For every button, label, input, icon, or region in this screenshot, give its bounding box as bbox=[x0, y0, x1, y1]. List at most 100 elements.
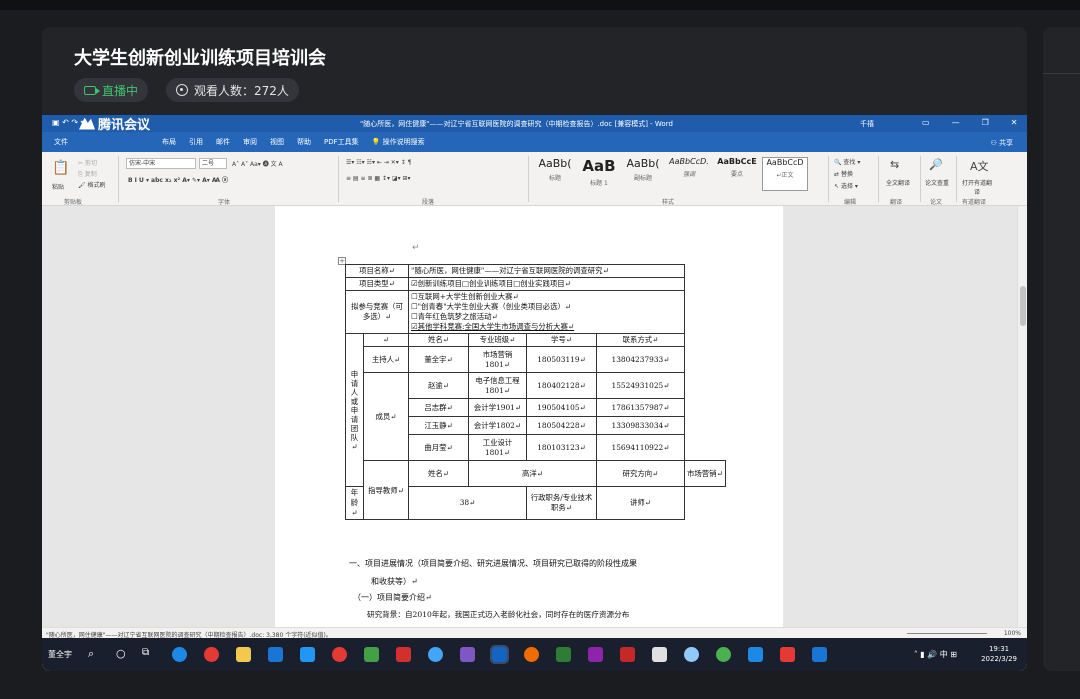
select-button[interactable]: ↖ 选择 ▾ bbox=[834, 181, 858, 190]
share-button[interactable]: ⚇ 共享 bbox=[990, 138, 1013, 148]
competition-option[interactable]: ☐"创青春"大学生创业大赛（创业类项目必选）↵ bbox=[411, 302, 682, 312]
mail-icon[interactable] bbox=[300, 647, 315, 662]
minimize-icon[interactable]: — bbox=[952, 118, 960, 127]
star-app-icon[interactable] bbox=[748, 647, 763, 662]
cell-major[interactable]: 电子信息工程1801↵ bbox=[468, 372, 527, 399]
competition-option[interactable]: ☐青年红色筑梦之旅活动↵ bbox=[411, 312, 682, 322]
wps-icon[interactable] bbox=[396, 647, 411, 662]
tab-mailings[interactable]: 邮件 bbox=[216, 137, 230, 147]
cell-name[interactable]: 曲月莹↵ bbox=[408, 434, 469, 461]
cell-phone[interactable]: 17861357987↵ bbox=[596, 398, 685, 417]
section-heading-cont[interactable]: 和收获等）↵ bbox=[371, 576, 418, 587]
cell-name[interactable]: 吕志群↵ bbox=[408, 398, 469, 417]
ribbon-display-icon[interactable]: ▭ bbox=[922, 118, 930, 127]
cell-id[interactable]: 180504228↵ bbox=[526, 416, 597, 435]
system-tray[interactable]: ˄ ▮ 🔊 中 ⊞ bbox=[914, 649, 957, 660]
opera-icon[interactable] bbox=[204, 647, 219, 662]
wps-writer-icon[interactable] bbox=[780, 647, 795, 662]
task-view-icon[interactable]: ⧉ bbox=[142, 647, 149, 658]
section-heading[interactable]: 一、项目进展情况（项目简要介绍、研究进展情况、项目研究已取得的阶段性成果 bbox=[349, 558, 637, 569]
restore-icon[interactable]: ❐ bbox=[982, 118, 989, 127]
plagiarism-check-icon[interactable]: 🔎 bbox=[929, 158, 943, 171]
cell-major[interactable]: 市场营销1801↵ bbox=[468, 346, 527, 373]
wechat-icon[interactable] bbox=[716, 647, 731, 662]
close-icon[interactable]: ✕ bbox=[1011, 118, 1018, 127]
competition-options[interactable]: ☐互联网+大学生创新创业大赛↵ ☐"创青春"大学生创业大赛（创业类项目必选）↵ … bbox=[408, 290, 685, 334]
explorer-icon[interactable] bbox=[236, 647, 251, 662]
tab-help[interactable]: 帮助 bbox=[297, 137, 311, 147]
zoom-slider[interactable] bbox=[907, 633, 987, 634]
cell-phone[interactable]: 13804237933↵ bbox=[596, 346, 685, 373]
subsection-heading[interactable]: （一）项目简要介绍↵ bbox=[353, 592, 432, 603]
cell-name[interactable]: 赵逾↵ bbox=[408, 372, 469, 399]
zoom-level[interactable]: 100% bbox=[1004, 630, 1021, 637]
style-strong[interactable]: AaBbCcE 要点 bbox=[714, 157, 760, 191]
document-page[interactable]: ↵ + 项目名称↵ "随心所医，网住健康"——对辽宁省互联网医院的调查研究↵ 项… bbox=[275, 206, 783, 627]
body-paragraph[interactable]: 研究背景：自2010年起，我国正式迈入老龄化社会，同时存在的医疗资源分布 bbox=[367, 609, 629, 620]
clock[interactable]: 19:31 2022/3/29 bbox=[981, 644, 1017, 664]
find-button[interactable]: 🔍 查找 ▾ bbox=[834, 157, 860, 166]
cell-phone[interactable]: 13309833034↵ bbox=[596, 416, 685, 435]
project-type[interactable]: ☑创新训练项目□创业训练项目□创业实践项目↵ bbox=[408, 277, 685, 291]
tab-pdf[interactable]: PDF工具集 bbox=[324, 137, 359, 147]
tab-view[interactable]: 视图 bbox=[270, 137, 284, 147]
user-name[interactable]: 千禧 bbox=[860, 119, 874, 129]
style-emphasis[interactable]: AaBbCcD. 强调 bbox=[666, 157, 712, 191]
paste-label[interactable]: 粘贴 bbox=[52, 182, 64, 191]
pdf-icon[interactable] bbox=[620, 647, 635, 662]
competition-option[interactable]: ☐互联网+大学生创新创业大赛↵ bbox=[411, 292, 682, 302]
edge-icon[interactable] bbox=[172, 647, 187, 662]
tab-layout[interactable]: 布局 bbox=[162, 137, 176, 147]
font-format-tools[interactable]: B I U ▾ abc x₂ x² A▾ ✎▾ A▾ Ꜳ ⓐ bbox=[128, 175, 228, 184]
translate-icon[interactable]: ⇆ bbox=[890, 158, 899, 171]
cell-name[interactable]: 董全宇↵ bbox=[408, 346, 469, 373]
project-name[interactable]: "随心所医，网住健康"——对辽宁省互联网医院的调查研究↵ bbox=[408, 264, 685, 278]
style-normal[interactable]: AaBbCcD ↵正文 bbox=[762, 157, 808, 191]
cell-major[interactable]: 会计学1901↵ bbox=[468, 398, 527, 417]
cut-button[interactable]: ✂ 剪切 bbox=[78, 158, 97, 167]
cell-id[interactable]: 180402128↵ bbox=[526, 372, 597, 399]
word-icon[interactable] bbox=[490, 645, 509, 664]
cell-id[interactable]: 180503119↵ bbox=[526, 346, 597, 373]
advisor-name[interactable]: 高洋↵ bbox=[468, 460, 597, 487]
chrome-icon[interactable] bbox=[524, 647, 539, 662]
align-tools[interactable]: ≡ ▤ ≡ ≣ ▦ ↕▾ ◪▾ ⊞▾ bbox=[346, 175, 411, 182]
taskbar-user[interactable]: 董全宇 bbox=[48, 649, 72, 660]
scroll-thumb[interactable] bbox=[1020, 286, 1026, 326]
vertical-scrollbar[interactable] bbox=[1017, 206, 1027, 627]
full-translate-button[interactable]: 全文翻译 bbox=[884, 178, 912, 187]
format-painter-button[interactable]: 🖌 格式刷 bbox=[78, 180, 106, 189]
open-youdao-button[interactable]: 打开有道翻译 bbox=[960, 178, 994, 196]
tencent-meeting-icon[interactable] bbox=[812, 647, 827, 662]
cell-phone[interactable]: 15524931025↵ bbox=[596, 372, 685, 399]
netease-music-icon[interactable] bbox=[332, 647, 347, 662]
onenote-icon[interactable] bbox=[588, 647, 603, 662]
advisor-age[interactable]: 38↵ bbox=[408, 486, 527, 520]
cell-major[interactable]: 工业设计1801↵ bbox=[468, 434, 527, 461]
paste-icon[interactable]: 📋 bbox=[52, 160, 69, 176]
tab-review[interactable]: 审阅 bbox=[243, 137, 257, 147]
font-name-box[interactable]: 仿宋-中宋 bbox=[126, 158, 196, 169]
font-size-tools[interactable]: A˄ A˅ Aa▾ 🅐 文 A bbox=[232, 159, 283, 168]
photos-icon[interactable] bbox=[460, 647, 475, 662]
browser-icon[interactable] bbox=[428, 647, 443, 662]
viewer-count[interactable]: 观看人数：272人 bbox=[166, 78, 299, 102]
pdf-reader-icon[interactable] bbox=[652, 647, 667, 662]
search-icon[interactable]: ⌕ bbox=[88, 647, 94, 661]
wechat-work-icon[interactable] bbox=[364, 647, 379, 662]
style-heading-1[interactable]: AaB 标题 1 bbox=[578, 157, 620, 191]
tab-references[interactable]: 引用 bbox=[189, 137, 203, 147]
cell-id[interactable]: 180103123↵ bbox=[526, 434, 597, 461]
cell-name[interactable]: 江玉静↵ bbox=[408, 416, 469, 435]
copy-button[interactable]: ⎘ 复制 bbox=[78, 169, 97, 179]
youdao-icon[interactable]: A文 bbox=[970, 158, 989, 174]
plagiarism-check-button[interactable]: 论文查重 bbox=[924, 178, 950, 187]
dingtalk-icon[interactable] bbox=[268, 647, 283, 662]
search-tell-me[interactable]: 💡 操作说明搜索 bbox=[372, 137, 425, 147]
cell-id[interactable]: 190504105↵ bbox=[526, 398, 597, 417]
competition-option[interactable]: ☑其他学科竞赛:全国大学生市场调查与分析大赛↵ bbox=[411, 322, 682, 332]
advisor-title[interactable]: 讲师↵ bbox=[596, 486, 685, 520]
style-subtitle[interactable]: AaBb(副标题 bbox=[622, 157, 664, 191]
font-size-box[interactable]: 二号 bbox=[199, 158, 227, 169]
list-tools[interactable]: ☰▾ ☷▾ ☵▾ ⇤ ⇥ ✕▾ ↕ ¶ bbox=[346, 159, 411, 166]
